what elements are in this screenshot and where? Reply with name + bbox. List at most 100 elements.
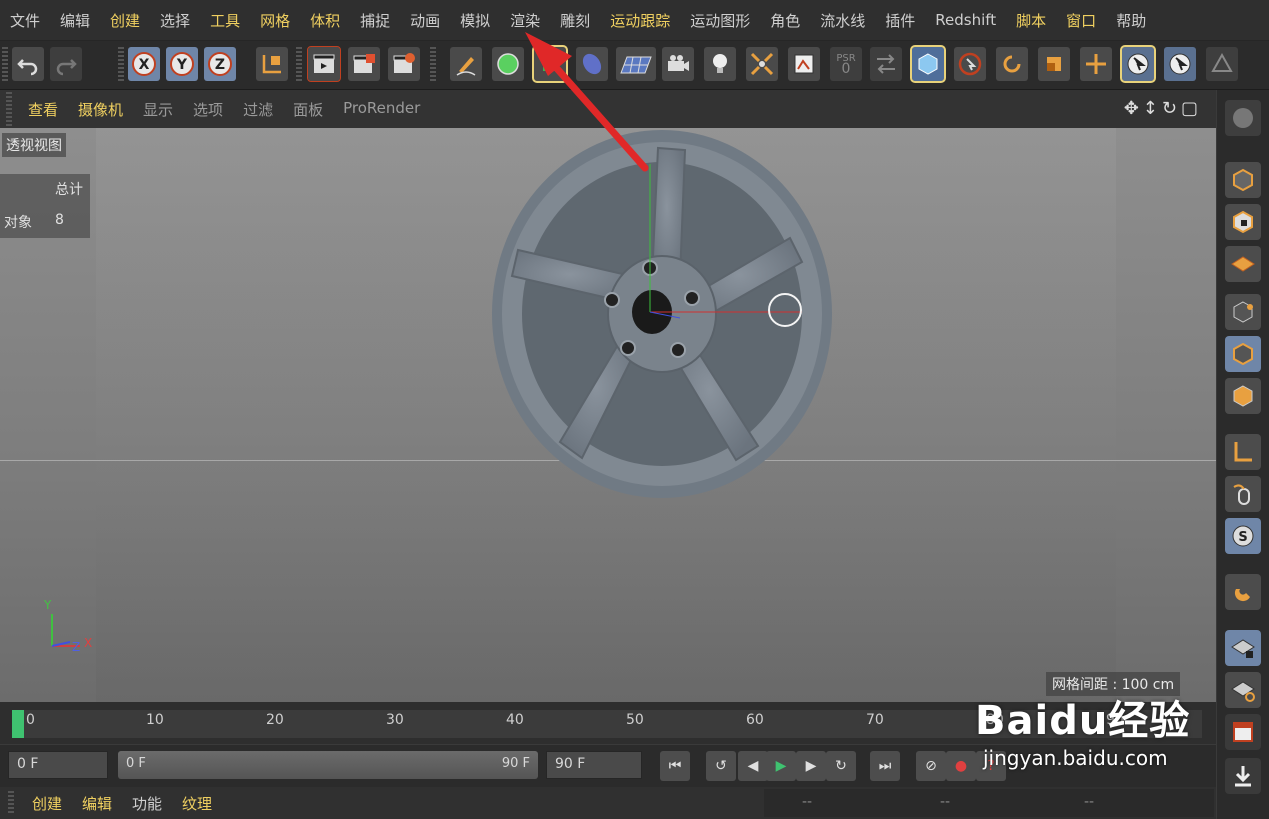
psr-button[interactable]: PSR 0	[830, 47, 862, 81]
render-to-picture-viewer-button[interactable]	[348, 47, 380, 81]
make-editable-button[interactable]	[1225, 100, 1261, 136]
view-name-label[interactable]: 透视视图	[2, 133, 66, 157]
material-menu-items: 创建 编辑 功能 纹理	[22, 793, 222, 814]
pan-icon[interactable]: ✥	[1124, 98, 1143, 119]
dolly-icon[interactable]: ↕	[1143, 98, 1162, 119]
menu-item-8[interactable]: 动画	[400, 10, 450, 31]
viewport-menu-item-5[interactable]: 面板	[283, 99, 333, 120]
record-active-objects-button[interactable]: ●	[946, 751, 976, 781]
select-tool-button[interactable]	[1120, 45, 1156, 83]
menu-item-19[interactable]: 窗口	[1056, 10, 1106, 31]
toolbar-grip[interactable]	[2, 47, 8, 81]
playhead[interactable]	[12, 710, 24, 738]
menu-item-2[interactable]: 创建	[100, 10, 150, 31]
go-to-end-button[interactable]: ⏭	[870, 751, 900, 781]
viewport-menu-item-1[interactable]: 摄像机	[68, 99, 133, 120]
generator-button[interactable]	[532, 45, 568, 83]
end-frame-field[interactable]: 90 F	[546, 751, 642, 779]
effector-button[interactable]	[746, 47, 778, 81]
menu-item-16[interactable]: 插件	[875, 10, 925, 31]
current-frame-field[interactable]: 0 F	[8, 751, 108, 779]
x-axis-lock-button[interactable]: X	[128, 47, 160, 81]
planar-workplane-button[interactable]	[1225, 672, 1261, 708]
perspective-viewport[interactable]: 透视视图 总计 对象 8 Y Z X 网格间距: 100 cm	[0, 128, 1216, 702]
menu-item-13[interactable]: 运动图形	[680, 10, 760, 31]
light-button[interactable]	[704, 47, 736, 81]
scale-tool-button[interactable]	[1038, 47, 1070, 81]
play-button[interactable]: ▶	[766, 751, 796, 781]
previous-frame-button[interactable]: ◀	[738, 751, 768, 781]
viewport-menu-item-0[interactable]: 查看	[18, 99, 68, 120]
menu-item-6[interactable]: 体积	[300, 10, 350, 31]
menu-item-14[interactable]: 角色	[760, 10, 810, 31]
swap-xyz-button[interactable]	[870, 47, 902, 81]
previous-key-button[interactable]: ↺	[706, 751, 736, 781]
record-keys-disabled-button[interactable]: ⊘	[916, 751, 946, 781]
import-button[interactable]	[1225, 758, 1261, 794]
workplane-button[interactable]	[1206, 47, 1238, 81]
menu-item-20[interactable]: 帮助	[1106, 10, 1156, 31]
tag-button[interactable]	[788, 47, 820, 81]
render-settings-button[interactable]	[388, 47, 420, 81]
go-to-start-button[interactable]: ⏮	[660, 751, 690, 781]
snapping-button[interactable]	[1225, 574, 1261, 610]
menu-item-9[interactable]: 模拟	[450, 10, 500, 31]
menu-item-4[interactable]: 工具	[200, 10, 250, 31]
viewport-menu-item-2[interactable]: 显示	[133, 99, 183, 120]
material-menu-grip[interactable]	[8, 791, 14, 815]
tweak-mode-button[interactable]	[1225, 476, 1261, 512]
frame-range-slider[interactable]: 0 F 90 F	[118, 751, 538, 779]
edge-mode-button[interactable]	[1225, 336, 1261, 372]
menu-item-7[interactable]: 捕捉	[350, 10, 400, 31]
texture-mode-button[interactable]	[1225, 204, 1261, 240]
menu-item-1[interactable]: 编辑	[50, 10, 100, 31]
deformer-button[interactable]	[576, 47, 608, 81]
orbit-icon[interactable]: ↻	[1162, 98, 1181, 119]
locked-workplane-button[interactable]	[1225, 630, 1261, 666]
solo-mode-button[interactable]: S	[1225, 518, 1261, 554]
viewport-menu-item-4[interactable]: 过滤	[233, 99, 283, 120]
point-mode-button[interactable]	[1225, 294, 1261, 330]
redo-button[interactable]	[50, 47, 82, 81]
move-tool-button[interactable]	[1080, 47, 1112, 81]
live-selection-button[interactable]	[954, 47, 986, 81]
menu-item-12[interactable]: 运动跟踪	[600, 10, 680, 31]
material-menu-item-3[interactable]: 纹理	[172, 793, 222, 814]
next-frame-button[interactable]: ▶	[796, 751, 826, 781]
menu-item-17[interactable]: Redshift	[925, 11, 1006, 29]
menu-item-5[interactable]: 网格	[250, 10, 300, 31]
next-key-button[interactable]: ↻	[826, 751, 856, 781]
viewport-menu-grip[interactable]	[6, 92, 12, 126]
y-axis-lock-button[interactable]: Y	[166, 47, 198, 81]
menu-item-18[interactable]: 脚本	[1006, 10, 1056, 31]
z-axis-icon: Z	[208, 52, 232, 76]
model-mode-palette-button[interactable]	[1225, 162, 1261, 198]
rotate-tool-button[interactable]	[996, 47, 1028, 81]
z-axis-lock-button[interactable]: Z	[204, 47, 236, 81]
material-menu-item-2[interactable]: 功能	[122, 793, 172, 814]
menu-item-15[interactable]: 流水线	[810, 10, 875, 31]
menu-item-3[interactable]: 选择	[150, 10, 200, 31]
workplane-mode-button[interactable]	[1225, 246, 1261, 282]
material-menu-item-0[interactable]: 创建	[22, 793, 72, 814]
axis-mode-button[interactable]	[1225, 434, 1261, 470]
material-menu-item-1[interactable]: 编辑	[72, 793, 122, 814]
coordinate-system-button[interactable]	[256, 47, 288, 81]
viewport-menu-item-3[interactable]: 选项	[183, 99, 233, 120]
floor-environment-button[interactable]	[616, 47, 656, 81]
subdivision-surface-button[interactable]	[492, 47, 524, 81]
polygon-mode-button[interactable]	[1225, 378, 1261, 414]
render-view-button[interactable]	[307, 46, 341, 82]
model-mode-button[interactable]	[910, 45, 946, 83]
menu-item-10[interactable]: 渲染	[500, 10, 550, 31]
range-end-label: 90 F	[501, 756, 530, 771]
camera-button[interactable]	[662, 47, 694, 81]
menu-item-11[interactable]: 雕刻	[550, 10, 600, 31]
render-region-button[interactable]	[1225, 714, 1261, 750]
viewport-menu-item-6[interactable]: ProRender	[333, 99, 430, 120]
selection-filter-button[interactable]	[1164, 47, 1196, 81]
pen-spline-button[interactable]	[450, 47, 482, 81]
undo-button[interactable]	[12, 47, 44, 81]
toggle-view-icon[interactable]: ▢	[1181, 98, 1202, 119]
menu-item-0[interactable]: 文件	[0, 10, 50, 31]
